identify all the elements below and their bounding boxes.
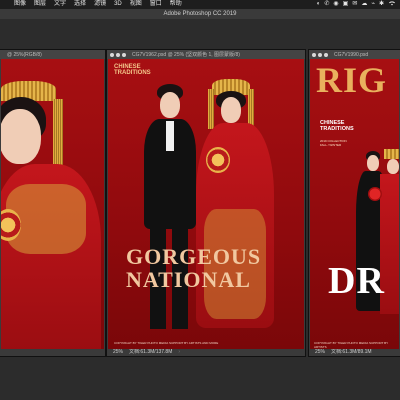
window-title: CG7V1962.psd @ 25% (坚双颜色 1, 图层蒙版/8) (132, 52, 240, 58)
menu-select[interactable]: 选择 (70, 0, 90, 9)
close-button[interactable] (110, 52, 114, 57)
document-window-2[interactable]: CG7V1962.psd @ 25% (坚双颜色 1, 图层蒙版/8) CHIN… (107, 50, 305, 356)
menu-view[interactable]: 视图 (126, 0, 146, 9)
collection-line: 2019 COLLECTION FALL / WINTER (320, 139, 347, 147)
photo-canvas[interactable]: CHINESE TRADITIONS GORGEOUS NATIONAL COP… (108, 59, 304, 349)
doc-size[interactable]: 文档:61.3M/137.8M (129, 349, 172, 356)
poster-headline: GORGEOUS NATIONAL (126, 244, 262, 292)
document-window-1[interactable]: @ 25%(RGB/8) (0, 50, 105, 356)
close-button[interactable] (312, 52, 316, 57)
brand-label: CHINESE TRADITIONS (114, 64, 151, 77)
document-window-3[interactable]: CG7V1990.psd RIG CHINESE TRADITIONS 2019… (309, 50, 400, 356)
zoom-button[interactable] (122, 52, 126, 57)
window-title: CG7V1990.psd (334, 51, 369, 58)
menu-image[interactable]: 图像 (10, 0, 30, 9)
menu-window[interactable]: 窗口 (146, 0, 166, 9)
minimize-button[interactable] (318, 52, 322, 57)
system-menubar: 图像 图层 文字 选择 滤镜 3D 视图 窗口 帮助 ◐ ✆ ◉ ▣ ✉ ☁ ⌁… (0, 0, 400, 9)
photo-canvas[interactable]: RIG CHINESE TRADITIONS 2019 COLLECTION F… (310, 59, 399, 349)
photo-canvas[interactable] (1, 59, 104, 349)
bride-face (387, 159, 399, 174)
status-arrow-icon[interactable]: › (178, 349, 180, 356)
menu-type[interactable]: 文字 (50, 0, 70, 9)
status-bar: 25% 文档:61.3M/89.1M (309, 349, 400, 356)
minimize-button[interactable] (116, 52, 120, 57)
app-titlebar: Adobe Photoshop CC 2019 (0, 9, 400, 19)
bride-face (221, 97, 241, 123)
zoom-level[interactable]: 25% (113, 349, 123, 356)
shirt (166, 121, 174, 151)
copyright-text: COPYRIGHT BY TIGER PHOTO MEDIA SUPPORT B… (314, 341, 389, 349)
window-titlebar[interactable]: CG7V1962.psd @ 25% (坚双颜色 1, 图层蒙版/8) (107, 50, 305, 59)
poster-headline-bottom: DR (328, 260, 385, 302)
copyright-text: COPYRIGHT BY TIGER PHOTO MEDIA SUPPORT B… (114, 341, 219, 345)
groom-face (160, 92, 180, 118)
window-titlebar[interactable]: @ 25%(RGB/8) (0, 50, 105, 59)
window-titlebar[interactable]: CG7V1990.psd (309, 50, 400, 59)
phoenix-crown (384, 149, 399, 159)
menu-filter[interactable]: 滤镜 (90, 0, 110, 9)
window-title: @ 25%(RGB/8) (7, 51, 42, 58)
menu-help[interactable]: 帮助 (166, 0, 186, 9)
status-bar (0, 349, 105, 356)
bride-face (1, 109, 41, 164)
brand-label: CHINESE TRADITIONS (320, 120, 354, 132)
tassel-left (208, 89, 214, 129)
menu-layer[interactable]: 图层 (30, 0, 50, 9)
status-bar: 25% 文档:61.3M/137.8M › (107, 349, 305, 356)
round-fan (206, 147, 230, 173)
groom-face (367, 155, 379, 171)
poster-headline-top: RIG (316, 60, 388, 100)
bouquet (368, 187, 382, 201)
doc-size[interactable]: 文档:61.3M/89.1M (331, 349, 372, 356)
zoom-button[interactable] (324, 52, 328, 57)
zoom-level[interactable]: 25% (315, 349, 325, 356)
menu-3d[interactable]: 3D (110, 0, 126, 9)
